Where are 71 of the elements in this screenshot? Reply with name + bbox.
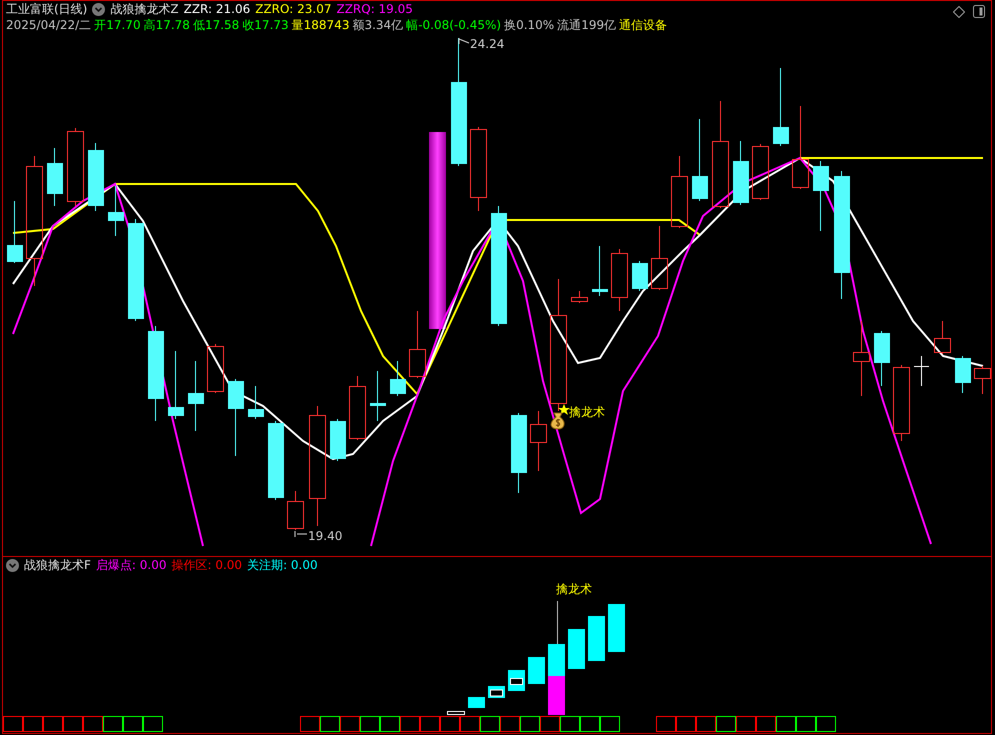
- money-bag-icon: [550, 412, 565, 430]
- quote-item: 开17.70: [94, 18, 141, 33]
- indicator-value: 关注期: 0.00: [247, 558, 318, 573]
- histogram-bar: [447, 711, 465, 715]
- quote-item: 换0.10%: [504, 18, 554, 33]
- candlestick: [349, 376, 366, 440]
- candlestick: [611, 248, 628, 312]
- chevron-down-icon[interactable]: [6, 559, 19, 572]
- quote-item: 量188743: [292, 18, 350, 33]
- indicator-value: ZZR: 21.06: [184, 2, 250, 17]
- diamond-icon[interactable]: [953, 6, 965, 18]
- candlestick: [813, 160, 829, 232]
- price-label: 24.24: [470, 37, 504, 51]
- indicator-name: 战狼擒龙术Z: [110, 2, 179, 17]
- histogram-bar: [548, 676, 565, 715]
- candlestick: [330, 418, 346, 462]
- candlestick: [955, 356, 971, 394]
- quote-item: 高17.78: [144, 18, 190, 33]
- histogram-bar: [568, 629, 585, 669]
- indicator-value: 操作区: 0.00: [171, 558, 242, 573]
- candlestick: [571, 290, 588, 304]
- candlestick: [88, 142, 104, 212]
- indicator-value: 启爆点: 0.00: [96, 558, 166, 573]
- candlestick: [409, 310, 426, 378]
- candlestick: [974, 366, 991, 394]
- quote-item: 流通199亿: [557, 18, 616, 33]
- quote-item: 额3.34亿: [352, 18, 404, 33]
- signal-label: 擒龙术: [556, 582, 592, 596]
- candlestick: [874, 330, 890, 386]
- histogram-bar: [588, 616, 605, 661]
- panel-toggle-icon[interactable]: [973, 5, 985, 18]
- histogram-bar: [508, 670, 525, 691]
- star-icon: [558, 404, 570, 415]
- quote-item: 2025/04/22/二: [6, 18, 92, 33]
- candlestick: [207, 344, 224, 394]
- quote-item: 幅-0.08(-0.45%): [406, 18, 502, 33]
- candlestick: [632, 260, 648, 292]
- candlestick: [7, 200, 23, 264]
- histogram-bar: [608, 604, 625, 652]
- candlestick: [188, 360, 204, 432]
- quote-item: 收17.73: [242, 18, 289, 33]
- candlestick: [108, 186, 124, 236]
- price-label: 19.40: [308, 529, 342, 543]
- indicator-name: 战狼擒龙术F: [24, 558, 91, 573]
- candlestick: [530, 410, 547, 472]
- candlestick: [651, 226, 668, 290]
- quote-item: 低17.58: [192, 18, 240, 33]
- indicator-value: ZZRO: 23.07: [255, 2, 332, 17]
- chevron-down-icon[interactable]: [92, 3, 106, 16]
- candlestick: [287, 490, 304, 530]
- candlestick: [934, 320, 951, 354]
- candlestick: [733, 140, 749, 206]
- candlestick: [47, 148, 63, 206]
- histogram-bar: [548, 644, 565, 676]
- candlestick: [168, 350, 184, 420]
- histogram-bar: [488, 686, 505, 698]
- signal-stem: [557, 600, 558, 644]
- indicator-value: ZZRQ: 19.05: [336, 2, 413, 17]
- histogram-bar: [528, 657, 545, 684]
- candlestick: [248, 386, 264, 420]
- candlestick: [370, 370, 386, 422]
- candlestick: [914, 356, 930, 386]
- signal-label: 擒龙术: [569, 405, 605, 419]
- leader-line: [294, 530, 308, 538]
- quote-item: 通信设备: [619, 18, 668, 33]
- candlestick: [592, 246, 608, 296]
- leader-line: [458, 38, 470, 44]
- security-title: 工业富联(日线): [6, 2, 88, 17]
- candlestick: [752, 144, 769, 200]
- histogram-bar: [468, 697, 485, 708]
- candlestick: [390, 360, 406, 396]
